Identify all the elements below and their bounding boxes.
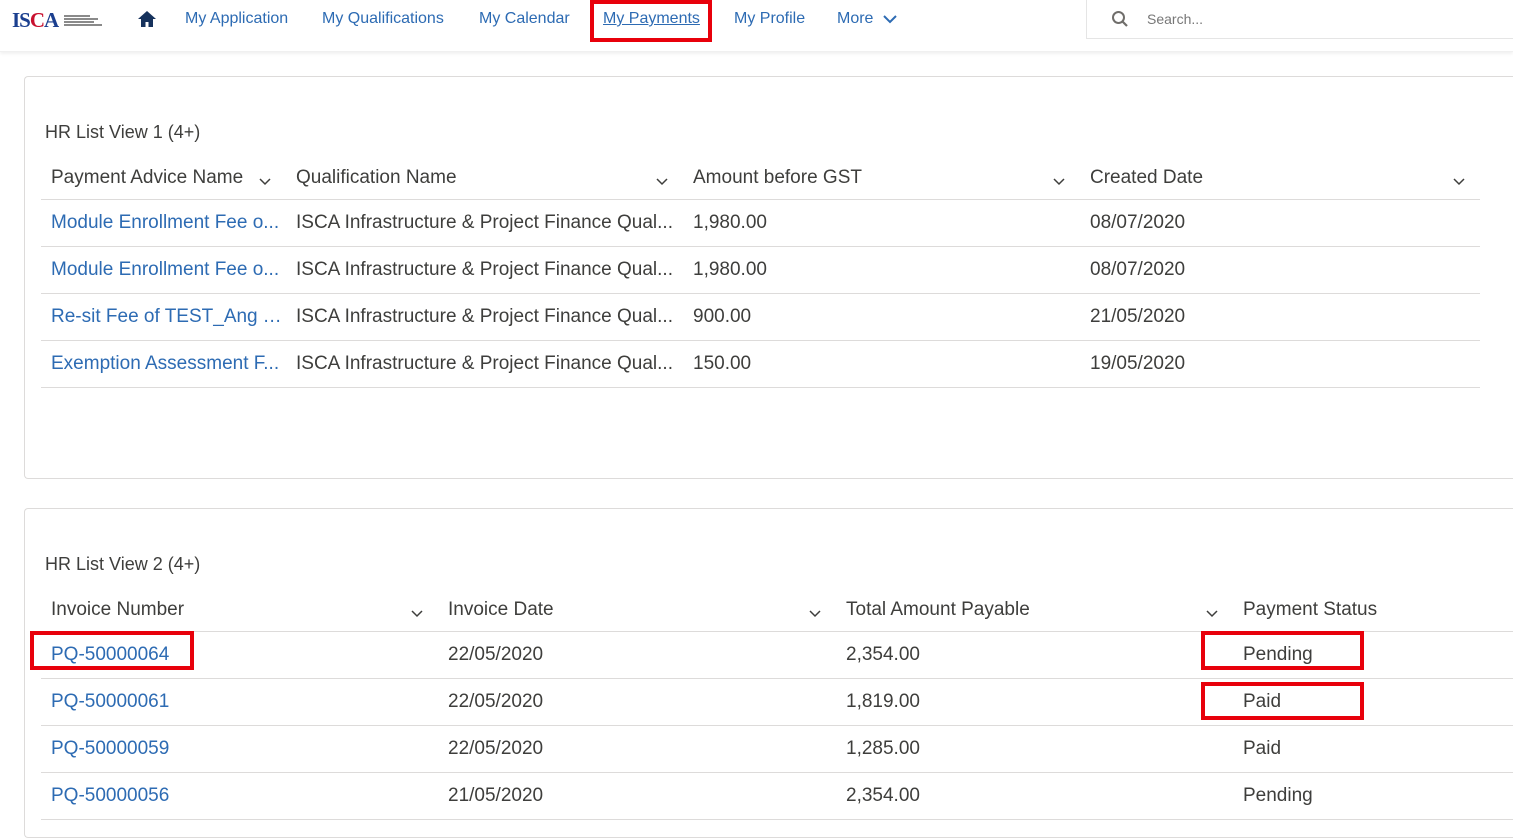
- created-date-cell: 19/05/2020: [1080, 340, 1480, 388]
- invoice-date-cell: 22/05/2020: [438, 631, 836, 679]
- logo-wordmark: ISCA: [12, 7, 59, 32]
- column-header-total-amount-payable[interactable]: Total Amount Payable: [836, 595, 1233, 632]
- search-input[interactable]: [1147, 9, 1507, 29]
- payment-status-cell: Pending: [1233, 631, 1513, 679]
- chevron-down-icon[interactable]: [410, 608, 424, 618]
- qualification-name-cell: ISCA Infrastructure & Project Finance Qu…: [286, 340, 683, 388]
- table-row: Module Enrollment Fee o... ISCA Infrastr…: [41, 246, 1480, 294]
- created-date-cell: 08/07/2020: [1080, 199, 1480, 247]
- column-header-invoice-date[interactable]: Invoice Date: [438, 595, 836, 632]
- table-row: PQ-50000059 22/05/2020 1,285.00 Paid: [41, 725, 1513, 773]
- isca-logo[interactable]: ISCA: [12, 8, 108, 32]
- table-row: PQ-50000064 22/05/2020 2,354.00 Pending: [41, 631, 1513, 679]
- payment-advice-link[interactable]: Re-sit Fee of TEST_Ang Y...: [41, 293, 286, 341]
- invoice-number-link[interactable]: PQ-50000064: [41, 631, 438, 679]
- nav-my-calendar[interactable]: My Calendar: [479, 9, 570, 29]
- payment-advice-table: Payment Advice Name Qualification Name A…: [41, 163, 1480, 388]
- created-date-cell: 21/05/2020: [1080, 293, 1480, 341]
- qualification-name-cell: ISCA Infrastructure & Project Finance Qu…: [286, 246, 683, 294]
- column-header-label: Payment Status: [1243, 598, 1378, 620]
- column-header-payment-status[interactable]: Payment Status: [1233, 595, 1513, 632]
- column-header-amount-before-gst[interactable]: Amount before GST: [683, 163, 1080, 200]
- column-header-created-date[interactable]: Created Date: [1080, 163, 1480, 200]
- list-view-1-title: HR List View 1 (4+): [45, 122, 201, 142]
- payment-advice-link[interactable]: Module Enrollment Fee o...: [41, 199, 286, 247]
- total-amount-cell: 1,819.00: [836, 678, 1233, 726]
- nav-my-payments[interactable]: My Payments: [603, 9, 700, 29]
- table-row: PQ-50000056 21/05/2020 2,354.00 Pending: [41, 772, 1513, 820]
- nav-my-qualifications[interactable]: My Qualifications: [322, 9, 444, 29]
- search-icon: [1112, 11, 1128, 27]
- chevron-down-icon[interactable]: [258, 176, 272, 186]
- invoice-number-link[interactable]: PQ-50000059: [41, 725, 438, 773]
- invoice-number-link[interactable]: PQ-50000061: [41, 678, 438, 726]
- invoice-date-cell: 21/05/2020: [438, 772, 836, 820]
- invoice-table: Invoice Number Invoice Date Total Amount…: [41, 595, 1513, 820]
- qualification-name-cell: ISCA Infrastructure & Project Finance Qu…: [286, 293, 683, 341]
- column-header-label: Amount before GST: [693, 166, 862, 188]
- global-search[interactable]: [1086, 0, 1513, 39]
- column-header-label: Invoice Date: [448, 598, 554, 620]
- table-header-row: Payment Advice Name Qualification Name A…: [41, 163, 1480, 200]
- amount-cell: 900.00: [683, 293, 1080, 341]
- total-amount-cell: 2,354.00: [836, 631, 1233, 679]
- chevron-down-icon[interactable]: [1452, 176, 1466, 186]
- chevron-down-icon[interactable]: [808, 608, 822, 618]
- logo-subtitle-graphic: [64, 10, 104, 30]
- list-view-2-title: HR List View 2 (4+): [45, 554, 201, 574]
- total-amount-cell: 2,354.00: [836, 772, 1233, 820]
- created-date-cell: 08/07/2020: [1080, 246, 1480, 294]
- qualification-name-cell: ISCA Infrastructure & Project Finance Qu…: [286, 199, 683, 247]
- hr-list-view-1-card: HR List View 1 (4+) Payment Advice Name …: [24, 76, 1513, 479]
- amount-cell: 1,980.00: [683, 199, 1080, 247]
- invoice-date-cell: 22/05/2020: [438, 725, 836, 773]
- payment-status-cell: Pending: [1233, 772, 1513, 820]
- column-header-label: Created Date: [1090, 166, 1204, 188]
- column-header-label: Total Amount Payable: [846, 598, 1030, 620]
- chevron-down-icon[interactable]: [655, 176, 669, 186]
- payment-advice-link[interactable]: Exemption Assessment F...: [41, 340, 286, 388]
- table-row: Exemption Assessment F... ISCA Infrastru…: [41, 340, 1480, 388]
- nav-my-profile[interactable]: My Profile: [734, 9, 805, 29]
- column-header-label: Invoice Number: [51, 598, 185, 620]
- chevron-down-icon[interactable]: [1205, 608, 1219, 618]
- amount-cell: 1,980.00: [683, 246, 1080, 294]
- chevron-down-icon[interactable]: [1052, 176, 1066, 186]
- amount-cell: 150.00: [683, 340, 1080, 388]
- home-icon[interactable]: [137, 9, 157, 29]
- table-row: Module Enrollment Fee o... ISCA Infrastr…: [41, 199, 1480, 247]
- payment-status-cell: Paid: [1233, 678, 1513, 726]
- chevron-down-icon: [883, 15, 897, 24]
- invoice-date-cell: 22/05/2020: [438, 678, 836, 726]
- table-header-row: Invoice Number Invoice Date Total Amount…: [41, 595, 1513, 632]
- column-header-label: Payment Advice Name: [51, 166, 244, 188]
- nav-my-application[interactable]: My Application: [185, 9, 288, 29]
- table-row: PQ-50000061 22/05/2020 1,819.00 Paid: [41, 678, 1513, 726]
- column-header-payment-advice-name[interactable]: Payment Advice Name: [41, 163, 286, 200]
- column-header-label: Qualification Name: [296, 166, 457, 188]
- total-amount-cell: 1,285.00: [836, 725, 1233, 773]
- hr-list-view-2-card: HR List View 2 (4+) Invoice Number Invoi…: [24, 508, 1513, 838]
- nav-more[interactable]: More: [837, 9, 897, 29]
- nav-more-label: More: [837, 10, 874, 27]
- invoice-number-link[interactable]: PQ-50000056: [41, 772, 438, 820]
- column-header-qualification-name[interactable]: Qualification Name: [286, 163, 683, 200]
- top-navigation: ISCA My Application My Qualifications My…: [0, 0, 1513, 52]
- payment-status-cell: Paid: [1233, 725, 1513, 773]
- table-row: Re-sit Fee of TEST_Ang Y... ISCA Infrast…: [41, 293, 1480, 341]
- payment-advice-link[interactable]: Module Enrollment Fee o...: [41, 246, 286, 294]
- column-header-invoice-number[interactable]: Invoice Number: [41, 595, 438, 632]
